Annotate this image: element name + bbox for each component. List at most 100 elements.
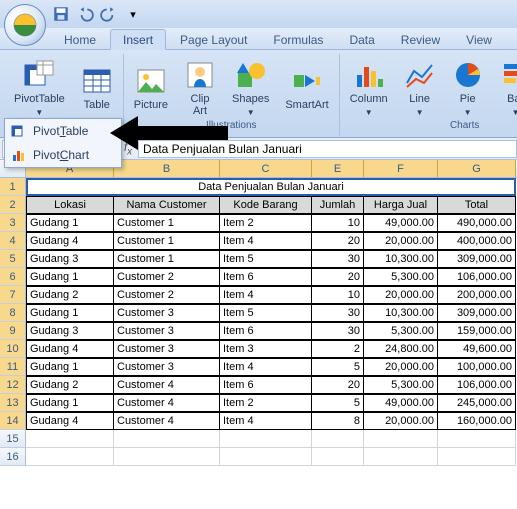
menu-item-pivottable[interactable]: PivotTable: [5, 119, 121, 143]
ribbon-tab-page-layout[interactable]: Page Layout: [168, 30, 259, 49]
table-cell[interactable]: 160,000.00: [438, 412, 516, 430]
row-header[interactable]: 3: [0, 214, 26, 232]
column-header-B[interactable]: B: [114, 160, 220, 177]
row-header[interactable]: 2: [0, 196, 26, 214]
table-cell[interactable]: 30: [312, 304, 364, 322]
table-cell[interactable]: Item 3: [220, 340, 312, 358]
table-cell[interactable]: 309,000.00: [438, 304, 516, 322]
table-cell[interactable]: 159,000.00: [438, 322, 516, 340]
table-cell[interactable]: Customer 3: [114, 340, 220, 358]
table-cell[interactable]: Gudang 1: [26, 394, 114, 412]
ribbon-tab-insert[interactable]: Insert: [110, 29, 166, 50]
empty-cell[interactable]: [220, 448, 312, 466]
row-header[interactable]: 9: [0, 322, 26, 340]
table-cell[interactable]: 100,000.00: [438, 358, 516, 376]
table-cell[interactable]: 20: [312, 232, 364, 250]
table-cell[interactable]: 10: [312, 214, 364, 232]
table-button[interactable]: Table: [77, 63, 117, 113]
table-header-cell[interactable]: Lokasi: [26, 196, 114, 214]
ribbon-tab-formulas[interactable]: Formulas: [261, 30, 335, 49]
row-header[interactable]: 12: [0, 376, 26, 394]
table-cell[interactable]: 106,000.00: [438, 376, 516, 394]
table-cell[interactable]: 5: [312, 358, 364, 376]
table-cell[interactable]: Customer 3: [114, 322, 220, 340]
table-cell[interactable]: 20,000.00: [364, 358, 438, 376]
table-cell[interactable]: 400,000.00: [438, 232, 516, 250]
table-cell[interactable]: Item 6: [220, 322, 312, 340]
shapes-button[interactable]: Shapes ▼: [228, 57, 273, 118]
empty-cell[interactable]: [364, 430, 438, 448]
pie-chart-button[interactable]: Pie ▼: [448, 57, 488, 118]
table-cell[interactable]: Item 6: [220, 268, 312, 286]
table-header-cell[interactable]: Nama Customer: [114, 196, 220, 214]
ribbon-tab-view[interactable]: View: [454, 30, 504, 49]
empty-cell[interactable]: [312, 448, 364, 466]
table-cell[interactable]: 10: [312, 286, 364, 304]
table-cell[interactable]: Item 5: [220, 250, 312, 268]
table-header-cell[interactable]: Jumlah: [312, 196, 364, 214]
table-cell[interactable]: 8: [312, 412, 364, 430]
row-header[interactable]: 8: [0, 304, 26, 322]
empty-cell[interactable]: [220, 430, 312, 448]
table-cell[interactable]: 200,000.00: [438, 286, 516, 304]
column-header-F[interactable]: F: [364, 160, 438, 177]
table-cell[interactable]: 5,300.00: [364, 268, 438, 286]
row-header[interactable]: 14: [0, 412, 26, 430]
table-cell[interactable]: 5: [312, 394, 364, 412]
table-cell[interactable]: Gudang 1: [26, 304, 114, 322]
picture-button[interactable]: Picture: [130, 63, 172, 113]
table-header-cell[interactable]: Kode Barang: [220, 196, 312, 214]
table-cell[interactable]: Item 4: [220, 286, 312, 304]
table-cell[interactable]: Gudang 4: [26, 232, 114, 250]
table-cell[interactable]: 20,000.00: [364, 286, 438, 304]
table-cell[interactable]: 24,800.00: [364, 340, 438, 358]
table-cell[interactable]: Item 5: [220, 304, 312, 322]
ribbon-tab-home[interactable]: Home: [52, 30, 108, 49]
column-header-G[interactable]: G: [438, 160, 516, 177]
table-cell[interactable]: 20: [312, 268, 364, 286]
row-header[interactable]: 13: [0, 394, 26, 412]
table-cell[interactable]: Gudang 3: [26, 322, 114, 340]
ribbon-tab-data[interactable]: Data: [337, 30, 386, 49]
empty-cell[interactable]: [438, 430, 516, 448]
table-cell[interactable]: Item 4: [220, 358, 312, 376]
redo-icon[interactable]: [100, 5, 118, 23]
table-cell[interactable]: 5,300.00: [364, 322, 438, 340]
table-header-cell[interactable]: Total: [438, 196, 516, 214]
table-cell[interactable]: 20,000.00: [364, 412, 438, 430]
row-header[interactable]: 6: [0, 268, 26, 286]
row-header[interactable]: 5: [0, 250, 26, 268]
table-cell[interactable]: 2: [312, 340, 364, 358]
table-cell[interactable]: Customer 4: [114, 412, 220, 430]
row-header[interactable]: 11: [0, 358, 26, 376]
empty-cell[interactable]: [438, 448, 516, 466]
table-cell[interactable]: Customer 1: [114, 250, 220, 268]
table-cell[interactable]: Item 2: [220, 394, 312, 412]
table-cell[interactable]: 49,000.00: [364, 394, 438, 412]
table-cell[interactable]: 20,000.00: [364, 232, 438, 250]
menu-item-pivotchart[interactable]: PivotChart: [5, 143, 121, 167]
table-cell[interactable]: Gudang 4: [26, 340, 114, 358]
save-icon[interactable]: [52, 5, 70, 23]
column-header-C[interactable]: C: [220, 160, 312, 177]
table-cell[interactable]: Gudang 3: [26, 250, 114, 268]
table-cell[interactable]: 30: [312, 322, 364, 340]
column-chart-button[interactable]: Column ▼: [346, 57, 392, 118]
table-cell[interactable]: Customer 1: [114, 232, 220, 250]
table-cell[interactable]: 309,000.00: [438, 250, 516, 268]
empty-cell[interactable]: [364, 448, 438, 466]
empty-cell[interactable]: [26, 430, 114, 448]
empty-cell[interactable]: [114, 448, 220, 466]
table-cell[interactable]: Item 6: [220, 376, 312, 394]
table-cell[interactable]: Gudang 2: [26, 376, 114, 394]
office-button[interactable]: [4, 4, 46, 46]
row-header[interactable]: 7: [0, 286, 26, 304]
table-cell[interactable]: 49,600.00: [438, 340, 516, 358]
table-cell[interactable]: Customer 3: [114, 304, 220, 322]
table-cell[interactable]: Customer 2: [114, 268, 220, 286]
column-header-E[interactable]: E: [312, 160, 364, 177]
table-cell[interactable]: 10,300.00: [364, 250, 438, 268]
row-header[interactable]: 16: [0, 448, 26, 466]
row-header[interactable]: 1: [0, 178, 26, 196]
table-cell[interactable]: Gudang 2: [26, 286, 114, 304]
